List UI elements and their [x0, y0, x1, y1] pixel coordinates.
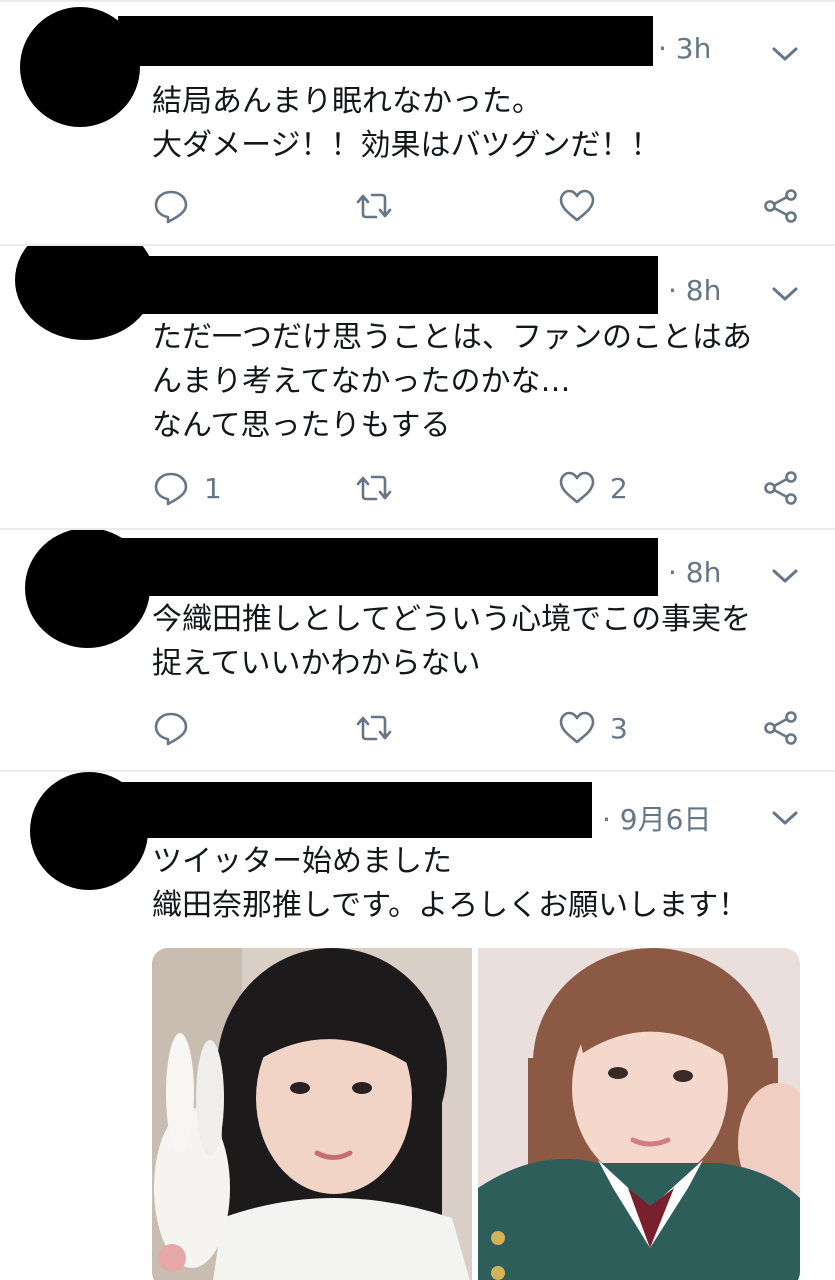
chevron-down-icon[interactable]	[770, 808, 800, 828]
photo-1-image	[152, 948, 472, 1280]
redacted-username	[118, 256, 658, 314]
chevron-down-icon[interactable]	[770, 284, 800, 304]
retweet-icon	[356, 193, 392, 219]
like-button[interactable]: 2	[558, 466, 628, 510]
tweet-text: 今織田推しとしてどういう心境でこの事実を 捉えていいかわからない	[152, 598, 751, 686]
tweet-timestamp[interactable]: · 8h	[668, 274, 721, 307]
reply-icon	[154, 712, 188, 746]
retweet-button[interactable]	[355, 466, 393, 510]
retweet-button[interactable]	[355, 184, 393, 228]
share-icon	[764, 471, 797, 505]
media-photo-2[interactable]	[478, 948, 800, 1280]
tweet-text: ただ一つだけ思うことは、ファンのことはあ んまり考えてなかったのかな… なんて思…	[152, 316, 752, 448]
like-icon	[559, 711, 595, 744]
retweet-icon	[356, 475, 392, 501]
chevron-down-icon[interactable]	[770, 44, 800, 64]
photo-2-image	[478, 948, 800, 1280]
tweet-text-line: んまり考えてなかったのかな…	[152, 364, 571, 399]
retweet-icon	[356, 715, 392, 741]
media-photo-1[interactable]	[152, 948, 472, 1280]
like-button[interactable]: 3	[558, 706, 628, 750]
redacted-username	[118, 16, 653, 66]
share-button[interactable]	[762, 184, 800, 228]
tweet-timestamp[interactable]: · 9月6日	[602, 798, 711, 838]
reply-icon	[154, 472, 188, 506]
share-button[interactable]	[762, 706, 800, 750]
tweet-actions	[0, 184, 835, 228]
redacted-username	[120, 538, 658, 596]
tweet-text-line: 捉えていいかわからない	[152, 646, 481, 681]
share-button[interactable]	[762, 466, 800, 510]
tweet-timestamp[interactable]: · 3h	[658, 32, 711, 65]
tweet-text-line: 織田奈那推しです。よろしくお願いします！	[152, 888, 749, 923]
reply-icon	[154, 190, 188, 224]
tweet-text: ツイッター始めました 織田奈那推しです。よろしくお願いします！	[152, 840, 748, 928]
timeline: · 3h 結局あんまり眠れなかった。 大ダメージ！！効果はバツグンだ！！ · 8…	[0, 0, 835, 1280]
tweet[interactable]: · 3h 結局あんまり眠れなかった。 大ダメージ！！効果はバツグンだ！！	[0, 2, 835, 246]
like-icon	[559, 471, 595, 504]
reply-count: 1	[204, 471, 222, 505]
chevron-down-icon[interactable]	[770, 566, 800, 586]
retweet-button[interactable]	[355, 706, 393, 750]
tweet-actions: 3	[0, 706, 835, 750]
reply-button[interactable]	[152, 706, 204, 750]
tweet-text-line: 今織田推しとしてどういう心境でこの事実を	[152, 602, 752, 637]
tweet-media[interactable]	[152, 948, 800, 1280]
like-count: 2	[610, 471, 628, 505]
like-button[interactable]	[558, 184, 610, 228]
tweet[interactable]: · 8h 今織田推しとしてどういう心境でこの事実を 捉えていいかわからない 3	[0, 530, 835, 772]
tweet-text-line: ツイッター始めました	[152, 844, 452, 879]
like-icon	[559, 189, 595, 222]
tweet-timestamp[interactable]: · 8h	[668, 556, 721, 589]
tweet-text-line: 結局あんまり眠れなかった。	[152, 84, 542, 119]
share-icon	[764, 711, 797, 745]
reply-button[interactable]: 1	[152, 466, 222, 510]
tweet[interactable]: · 8h ただ一つだけ思うことは、ファンのことはあ んまり考えてなかったのかな……	[0, 246, 835, 530]
tweet-text-line: ただ一つだけ思うことは、ファンのことはあ	[152, 320, 752, 355]
tweet-text-line: なんて思ったりもする	[152, 408, 451, 443]
reply-button[interactable]	[152, 184, 204, 228]
tweet-actions: 1 2	[0, 466, 835, 510]
tweet[interactable]: · 9月6日 ツイッター始めました 織田奈那推しです。よろしくお願いします！	[0, 772, 835, 1280]
tweet-text: 結局あんまり眠れなかった。 大ダメージ！！効果はバツグンだ！！	[152, 80, 661, 168]
like-count: 3	[610, 711, 628, 745]
redacted-username	[120, 782, 592, 838]
tweet-text-line: 大ダメージ！！効果はバツグンだ！！	[152, 128, 661, 163]
share-icon	[764, 189, 797, 223]
